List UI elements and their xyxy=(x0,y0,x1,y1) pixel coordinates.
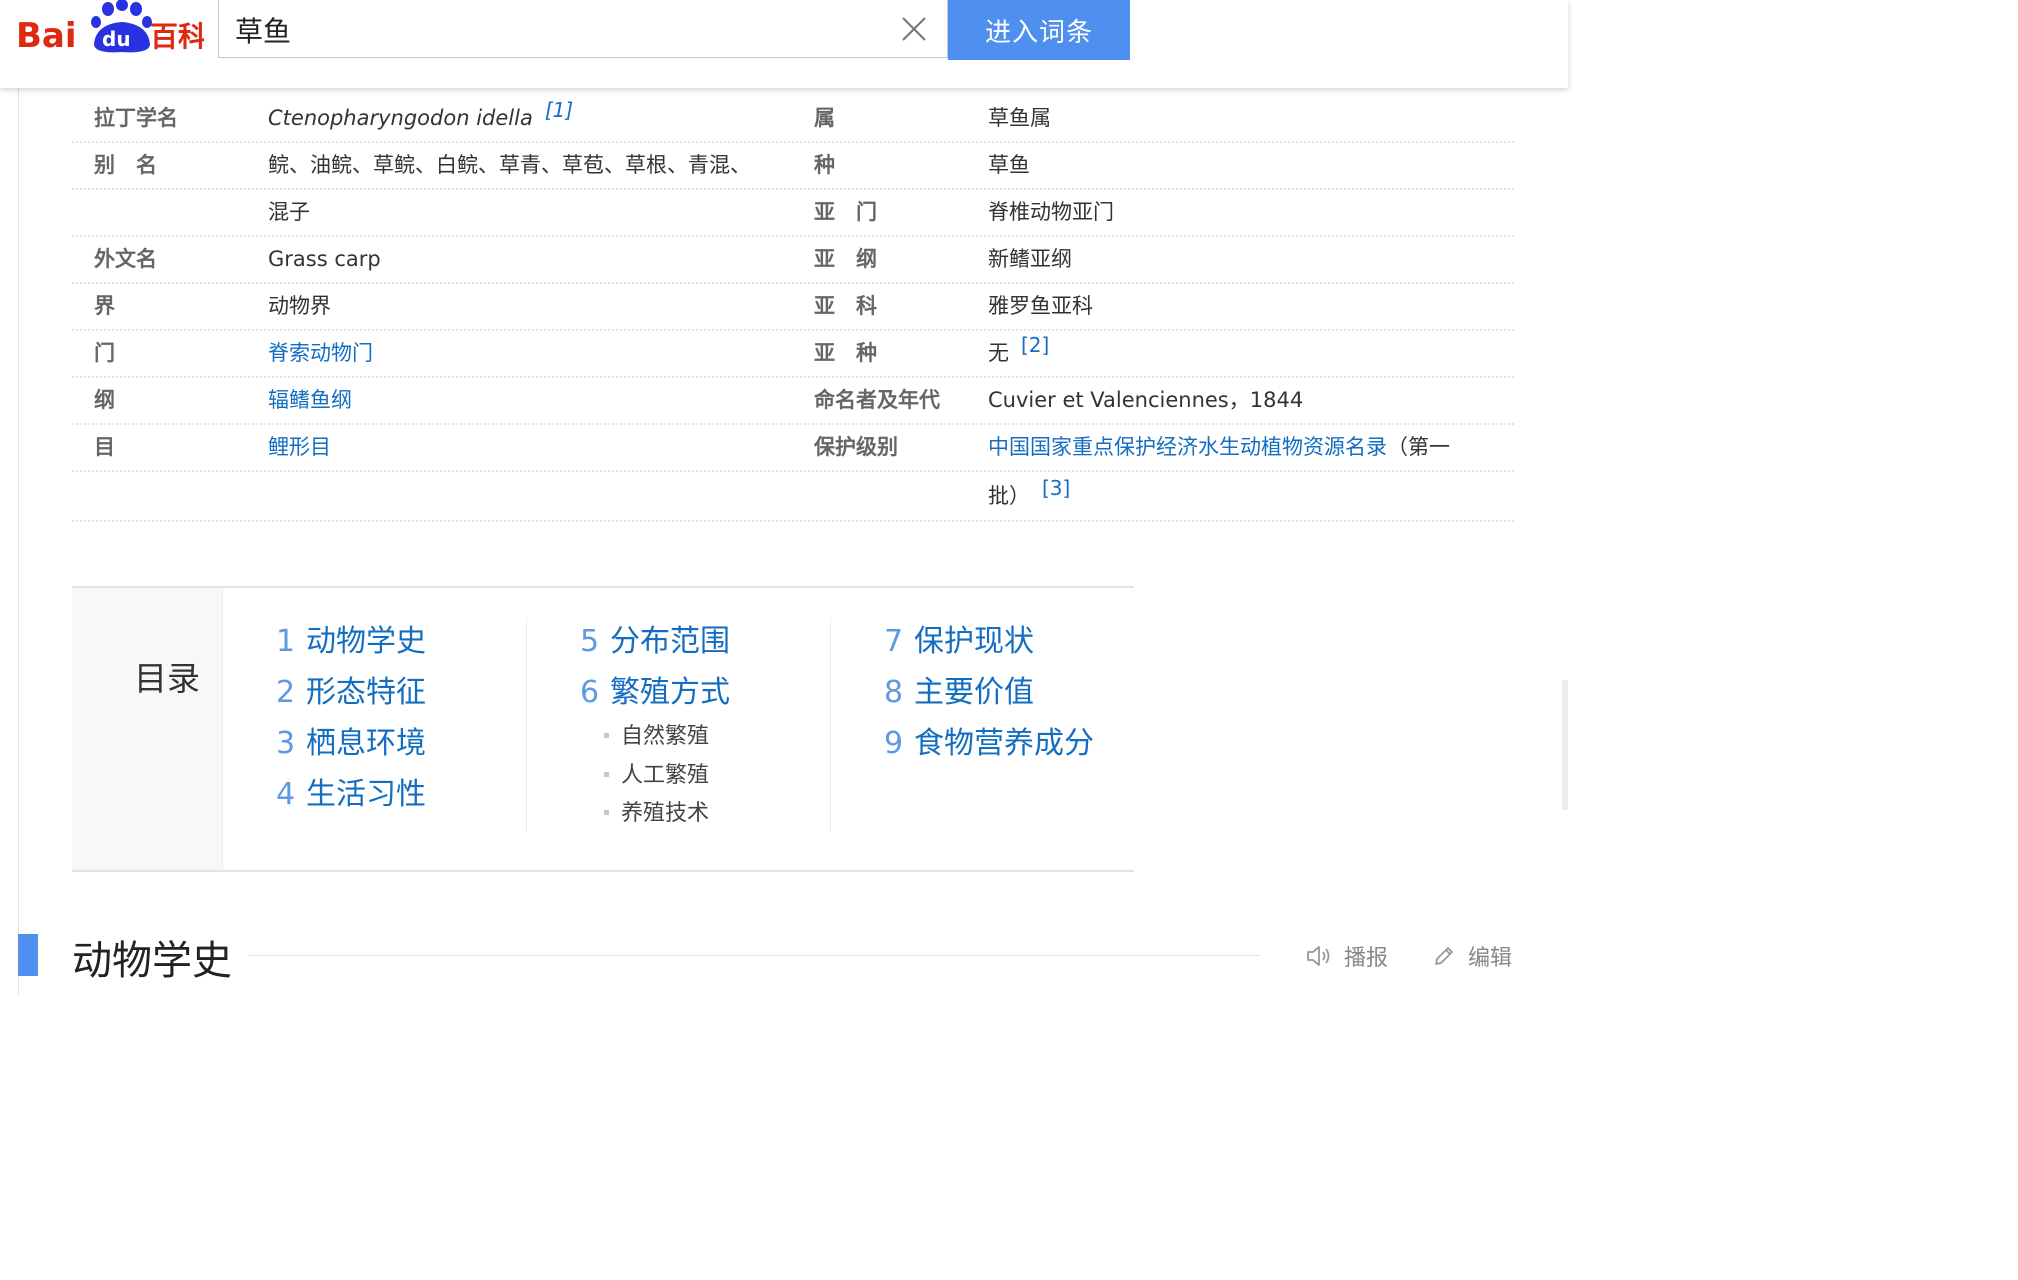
baidu-baike-logo[interactable]: Bai du 百科 xyxy=(14,0,206,62)
catalog-item[interactable]: 6 繁殖方式 xyxy=(580,673,730,713)
top-search-bar: Bai du 百科 进入词条 xyxy=(0,0,1568,88)
catalog-side-panel: 目录 xyxy=(72,588,223,870)
info-label: 纲 xyxy=(94,388,115,412)
catalog-item[interactable]: 1 动物学史 xyxy=(276,622,426,662)
info-link[interactable]: 脊椎动物亚门 xyxy=(988,198,1114,226)
section-divider xyxy=(248,955,1260,956)
reference-link[interactable]: [2] xyxy=(1021,333,1049,357)
column-divider xyxy=(830,618,831,832)
section-title: 动物学史 xyxy=(72,938,232,984)
info-row: 混子 亚 门 脊椎动物亚门 xyxy=(72,188,1514,237)
column-divider xyxy=(526,618,527,832)
catalog-item[interactable]: 3 栖息环境 xyxy=(276,724,426,764)
edit-button[interactable]: 编辑 xyxy=(1432,940,1512,972)
info-value: Cuvier et Valenciennes，1844 xyxy=(988,388,1304,412)
info-link[interactable]: 新鳍亚纲 xyxy=(988,245,1072,273)
info-link[interactable]: 辐鳍鱼纲 xyxy=(268,386,352,414)
svg-text:Bai: Bai xyxy=(16,16,77,56)
catalog-subitem[interactable]: 自然繁殖 xyxy=(604,718,709,750)
catalog-item[interactable]: 4 生活习性 xyxy=(276,775,426,815)
info-label: 外文名 xyxy=(94,247,157,271)
info-value: Ctenopharyngodon idella [1] xyxy=(268,98,574,130)
info-value: 草鱼 xyxy=(988,153,1030,177)
svg-text:百科: 百科 xyxy=(150,20,204,53)
info-value: 中国国家重点保护经济水生动植物资源名录（第一 xyxy=(988,435,1450,459)
catalog-item[interactable]: 9 食物营养成分 xyxy=(884,724,1094,764)
info-label: 亚 纲 xyxy=(814,247,877,271)
clear-search-button[interactable] xyxy=(899,14,929,44)
info-row: 别 名 鲩、油鲩、草鲩、白鲩、草青、草苞、草根、青混、 种 草鱼 xyxy=(72,141,1514,190)
info-row: 外文名 Grass carp 亚 纲 新鳍亚纲 xyxy=(72,235,1514,284)
play-label: 播报 xyxy=(1344,946,1389,971)
speaker-icon xyxy=(1307,946,1330,966)
info-row: 纲 辐鳍鱼纲 命名者及年代 Cuvier et Valenciennes，184… xyxy=(72,376,1514,425)
info-label: 种 xyxy=(814,153,835,177)
info-link[interactable]: 草鱼属 xyxy=(988,104,1051,132)
scrollbar[interactable] xyxy=(1562,680,1568,810)
info-label: 亚 种 xyxy=(814,341,877,365)
play-audio-button[interactable]: 播报 xyxy=(1306,940,1388,972)
info-value: 鲩、油鲩、草鲩、白鲩、草青、草苞、草根、青混、 xyxy=(268,153,751,177)
info-row: 拉丁学名 Ctenopharyngodon idella [1] 属 草鱼属 xyxy=(72,94,1514,143)
section-marker xyxy=(18,934,38,976)
info-link[interactable]: 鲤形目 xyxy=(268,433,331,461)
info-link[interactable]: 中国国家重点保护经济水生动植物资源名录 xyxy=(988,435,1387,459)
reference-link[interactable]: [1] xyxy=(545,98,573,122)
info-row: 界 动物界 亚 科 雅罗鱼亚科 xyxy=(72,282,1514,331)
info-label: 界 xyxy=(94,294,115,318)
info-link[interactable]: 脊索动物门 xyxy=(268,339,373,367)
info-label: 属 xyxy=(814,106,835,130)
info-row: 目 鲤形目 保护级别 中国国家重点保护经济水生动植物资源名录（第一 xyxy=(72,423,1514,472)
info-value: 批） [3] xyxy=(988,476,1071,508)
svg-text:du: du xyxy=(102,27,131,51)
catalog-item[interactable]: 7 保护现状 xyxy=(884,622,1034,662)
table-of-contents: 目录 1 动物学史 2 形态特征 3 栖息环境 4 生活习性 5 分布范围 6 繁殖方式 自… xyxy=(72,586,1134,872)
info-value: Grass carp xyxy=(268,247,381,271)
search-input[interactable] xyxy=(233,6,877,54)
info-link[interactable]: 雅罗鱼亚科 xyxy=(988,292,1093,320)
catalog-item[interactable]: 2 形态特征 xyxy=(276,673,426,713)
search-box xyxy=(218,0,948,58)
enter-entry-button[interactable]: 进入词条 xyxy=(948,0,1130,60)
info-label: 门 xyxy=(94,341,115,365)
bullet-icon xyxy=(604,733,609,738)
info-value: 动物界 xyxy=(268,294,331,318)
reference-link[interactable]: [3] xyxy=(1042,476,1070,500)
catalog-item[interactable]: 8 主要价值 xyxy=(884,673,1034,713)
info-label: 目 xyxy=(94,435,115,459)
info-label: 命名者及年代 xyxy=(814,388,940,412)
info-label: 亚 门 xyxy=(814,200,877,224)
info-value: 混子 xyxy=(268,200,310,224)
bullet-icon xyxy=(604,810,609,815)
pencil-icon xyxy=(1435,947,1453,965)
info-label: 亚 科 xyxy=(814,294,877,318)
close-icon xyxy=(902,17,926,41)
left-border xyxy=(18,88,19,995)
catalog-subitem[interactable]: 人工繁殖 xyxy=(604,757,709,789)
bullet-icon xyxy=(604,772,609,777)
catalog-subitem[interactable]: 养殖技术 xyxy=(604,795,709,827)
catalog-item[interactable]: 5 分布范围 xyxy=(580,622,730,662)
info-row: 批） [3] xyxy=(72,470,1514,522)
info-value: 无 [2] xyxy=(988,333,1050,365)
info-label: 保护级别 xyxy=(814,435,898,459)
info-label: 拉丁学名 xyxy=(94,106,178,130)
info-row: 门 脊索动物门 亚 种 无 [2] xyxy=(72,329,1514,378)
edit-label: 编辑 xyxy=(1468,946,1513,971)
catalog-title: 目录 xyxy=(134,659,200,698)
info-label: 别 名 xyxy=(94,153,157,177)
